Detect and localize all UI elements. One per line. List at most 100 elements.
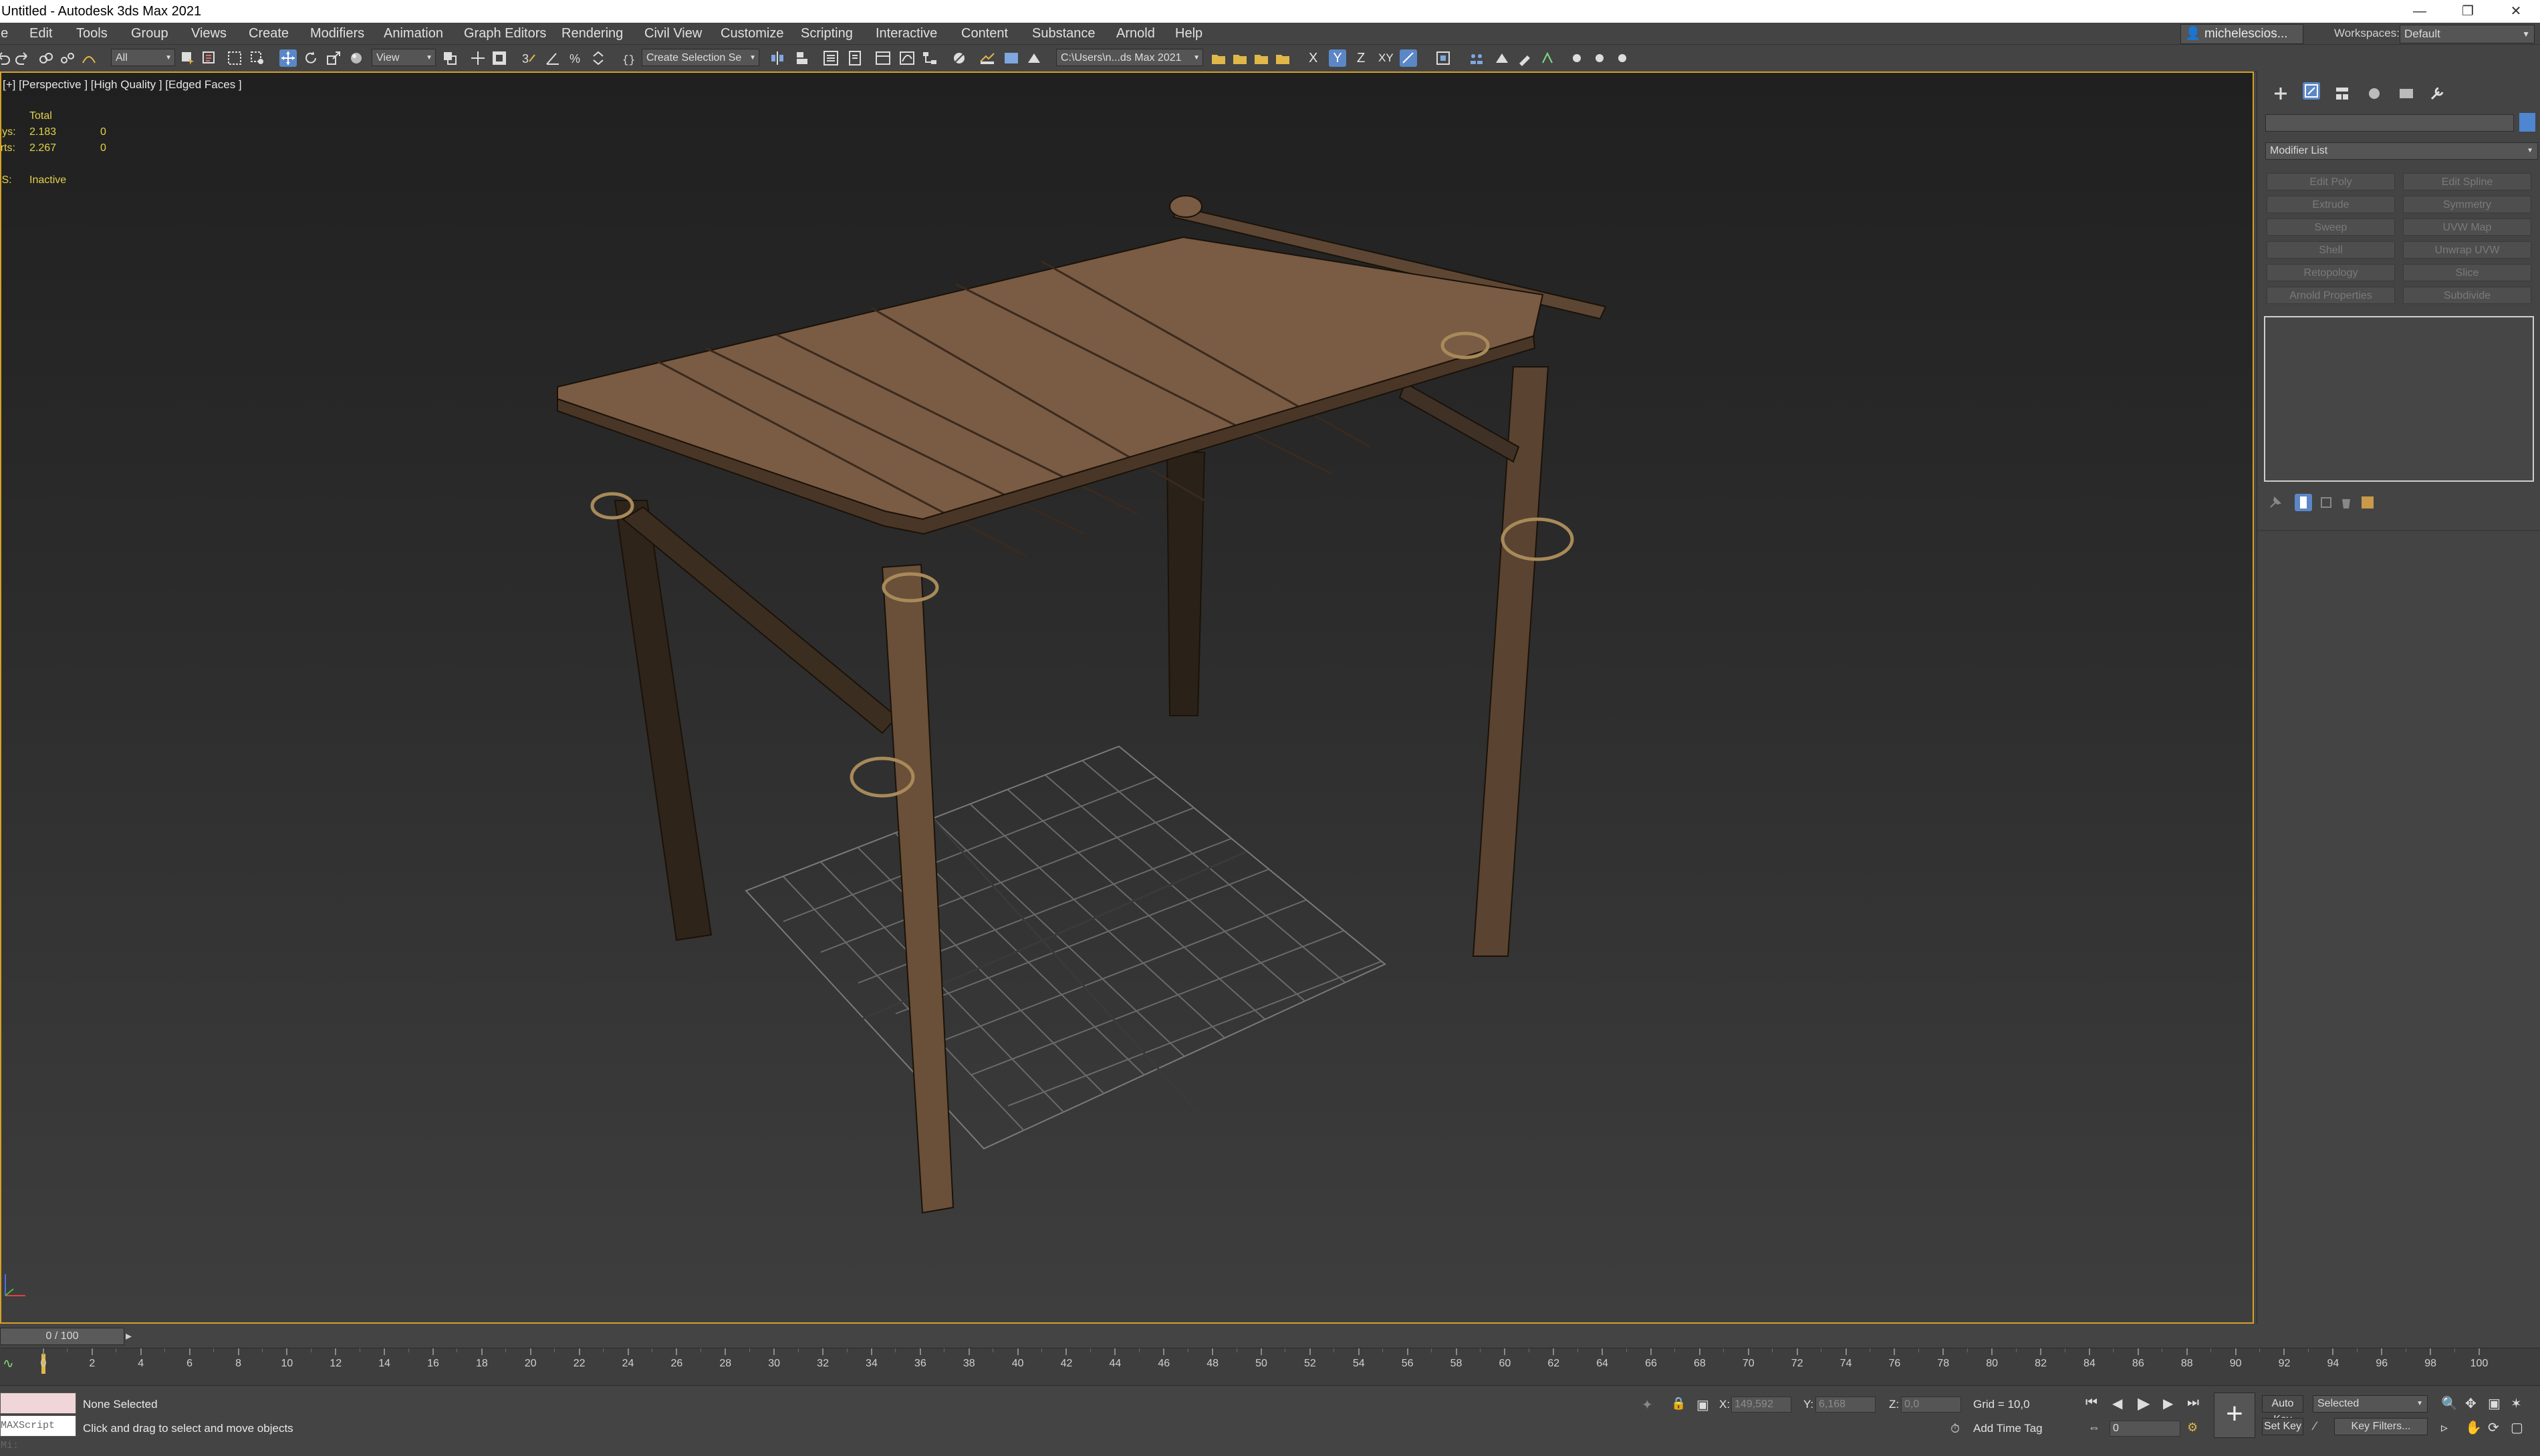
field-of-view-icon[interactable]: ▹	[2441, 1419, 2448, 1436]
arnold-render-icon[interactable]	[1539, 49, 1556, 67]
project-folder-dropdown[interactable]: C:\Users\n...ds Max 2021 ▼	[1056, 49, 1203, 66]
arnold-ipr-icon[interactable]	[1568, 49, 1585, 67]
retopology-button[interactable]: Retopology	[2267, 264, 2395, 281]
sweep-button[interactable]: Sweep	[2267, 219, 2395, 236]
arnold-render-view-icon[interactable]	[1591, 49, 1608, 67]
key-tangent-icon[interactable]: ∕	[2314, 1419, 2316, 1433]
go-to-end-icon[interactable]: ⏭	[2187, 1395, 2199, 1411]
select-manipulate-icon[interactable]	[469, 49, 487, 67]
material-editor-icon[interactable]	[950, 49, 968, 67]
key-mode-toggle-icon[interactable]: ⇔	[2088, 1421, 2100, 1435]
schematic-view-icon[interactable]	[921, 49, 938, 67]
toggle-ribbon-icon[interactable]	[874, 49, 892, 67]
menu-interactive[interactable]: Interactive	[876, 23, 937, 44]
edit-spline-button[interactable]: Edit Spline	[2403, 173, 2531, 190]
object-color-swatch[interactable]	[2519, 113, 2535, 132]
rendered-frame-window-icon[interactable]	[1003, 49, 1020, 67]
z-coord-field[interactable]: 0,0	[1901, 1397, 1961, 1413]
menu-create[interactable]: Create	[249, 23, 289, 44]
unwrap-uvw-button[interactable]: Unwrap UVW	[2403, 241, 2531, 259]
edit-poly-button[interactable]: Edit Poly	[2267, 173, 2395, 190]
set-key-button[interactable]: Set Key	[2262, 1418, 2303, 1435]
arnold-properties-button[interactable]: Arnold Properties	[2267, 287, 2395, 304]
keyboard-shortcut-override-icon[interactable]	[491, 49, 508, 67]
menu-customize[interactable]: Customize	[721, 23, 783, 44]
axis-constraint-x[interactable]: X	[1309, 49, 1317, 67]
select-object-icon[interactable]	[179, 49, 197, 67]
menu-help[interactable]: Help	[1175, 23, 1202, 44]
axis-constraint-y[interactable]: Y	[1329, 49, 1346, 67]
select-and-move-icon[interactable]	[279, 49, 297, 67]
redo-icon[interactable]	[13, 49, 31, 67]
named-selection-set-dropdown[interactable]: Create Selection Se ▼	[642, 49, 759, 66]
pivot-center-icon[interactable]	[441, 49, 459, 67]
curve-editor-icon[interactable]	[898, 49, 916, 67]
undo-icon[interactable]	[0, 49, 12, 67]
remove-modifier-icon[interactable]	[2337, 494, 2355, 511]
key-mode-dropdown[interactable]: Selected ▼	[2313, 1395, 2428, 1413]
angle-snap-icon[interactable]	[544, 49, 561, 67]
create-tab-icon[interactable]	[2272, 85, 2289, 102]
menu-arnold[interactable]: Arnold	[1116, 23, 1155, 44]
time-tag-icon[interactable]: ⏱	[1950, 1422, 1960, 1436]
select-and-scale-icon[interactable]	[325, 49, 342, 67]
zoom-icon[interactable]: 🔍	[2441, 1395, 2458, 1412]
modifier-list-dropdown[interactable]: Modifier List ▼	[2265, 142, 2538, 160]
modify-tab-icon[interactable]	[2303, 82, 2320, 100]
user-account-dropdown[interactable]: 👤 michelescios... ▼	[2180, 24, 2303, 58]
open-explorer-icon[interactable]	[1210, 49, 1227, 67]
mini-curve-editor-icon[interactable]: ∿	[3, 1355, 14, 1372]
x-coord-field[interactable]: 149,592	[1731, 1397, 1791, 1413]
edit-named-selection-icon[interactable]: {}	[620, 49, 638, 67]
current-frame-field[interactable]: 0	[2110, 1421, 2180, 1437]
isolate-toggle-icon[interactable]: ✦	[1642, 1397, 1653, 1413]
menu-edit[interactable]: Edit	[29, 23, 52, 44]
auto-key-button[interactable]: Auto Key	[2262, 1395, 2303, 1425]
menu-substance[interactable]: Substance	[1032, 23, 1096, 44]
maximize-viewport-icon[interactable]: ▢	[2511, 1419, 2523, 1436]
workspaces-select[interactable]: Default ▼	[2400, 25, 2535, 43]
previous-frame-icon[interactable]: ◀	[2112, 1395, 2122, 1412]
menu-content[interactable]: Content	[961, 23, 1008, 44]
maxscript-mini-listener[interactable]: MAXScript Mi:	[0, 1415, 76, 1451]
zoom-extents-icon[interactable]: ▣	[2488, 1395, 2501, 1412]
set-keys-button[interactable]: +	[2214, 1393, 2255, 1438]
select-by-name-icon[interactable]	[201, 49, 218, 67]
unlink-icon[interactable]	[59, 49, 76, 67]
next-frame-arrow-icon[interactable]: ▸	[126, 1329, 132, 1343]
extrude-button[interactable]: Extrude	[2267, 196, 2395, 213]
track-bar[interactable]: ∿ 0 2 4 6 8 10 12 14 16 18 20 22 24 26 28 30 32 34 36 38 40 4…	[0, 1348, 2540, 1386]
render-setup-icon[interactable]	[979, 49, 996, 67]
menu-tools[interactable]: Tools	[76, 23, 108, 44]
folder-open-icon[interactable]	[1274, 49, 1291, 67]
menu-views[interactable]: Views	[191, 23, 227, 44]
scene-explorer-icon[interactable]	[822, 49, 840, 67]
play-icon[interactable]: ▶	[2138, 1394, 2150, 1413]
axis-constraint-toggle-icon[interactable]	[1400, 49, 1417, 67]
layer-explorer-icon[interactable]	[846, 49, 864, 67]
go-to-start-icon[interactable]: ⏮	[2085, 1395, 2098, 1411]
spinner-snap-icon[interactable]	[590, 49, 607, 67]
utilities-tab-icon[interactable]	[2428, 85, 2446, 102]
menu-modifiers[interactable]: Modifiers	[310, 23, 364, 44]
folder-star-icon[interactable]	[1253, 49, 1270, 67]
axis-constraint-z[interactable]: Z	[1357, 49, 1365, 67]
percent-snap-icon[interactable]: %	[567, 49, 584, 67]
absolute-mode-transform-icon[interactable]: ▣	[1696, 1397, 1709, 1413]
arnold-render-view-2-icon[interactable]	[1614, 49, 1631, 67]
render-production-icon[interactable]	[1025, 49, 1043, 67]
paint-icon[interactable]	[1516, 49, 1533, 67]
menu-rendering[interactable]: Rendering	[561, 23, 623, 44]
align-icon[interactable]	[794, 49, 811, 67]
selection-filter-dropdown[interactable]: All ▼	[111, 49, 175, 66]
motion-tab-icon[interactable]	[2366, 85, 2383, 102]
selection-lock-icon[interactable]: 🔒	[1671, 1397, 1686, 1411]
shell-button[interactable]: Shell	[2267, 241, 2395, 259]
configure-modifier-sets-icon[interactable]	[2359, 494, 2376, 511]
pan-view-icon[interactable]: ✋	[2465, 1419, 2482, 1436]
close-button[interactable]: ✕	[2497, 0, 2535, 23]
window-crossing-icon[interactable]	[249, 49, 266, 67]
zoom-all-icon[interactable]: ✥	[2465, 1395, 2476, 1412]
next-frame-icon[interactable]: ▶	[2163, 1395, 2173, 1412]
bind-space-warp-icon[interactable]	[80, 49, 98, 67]
